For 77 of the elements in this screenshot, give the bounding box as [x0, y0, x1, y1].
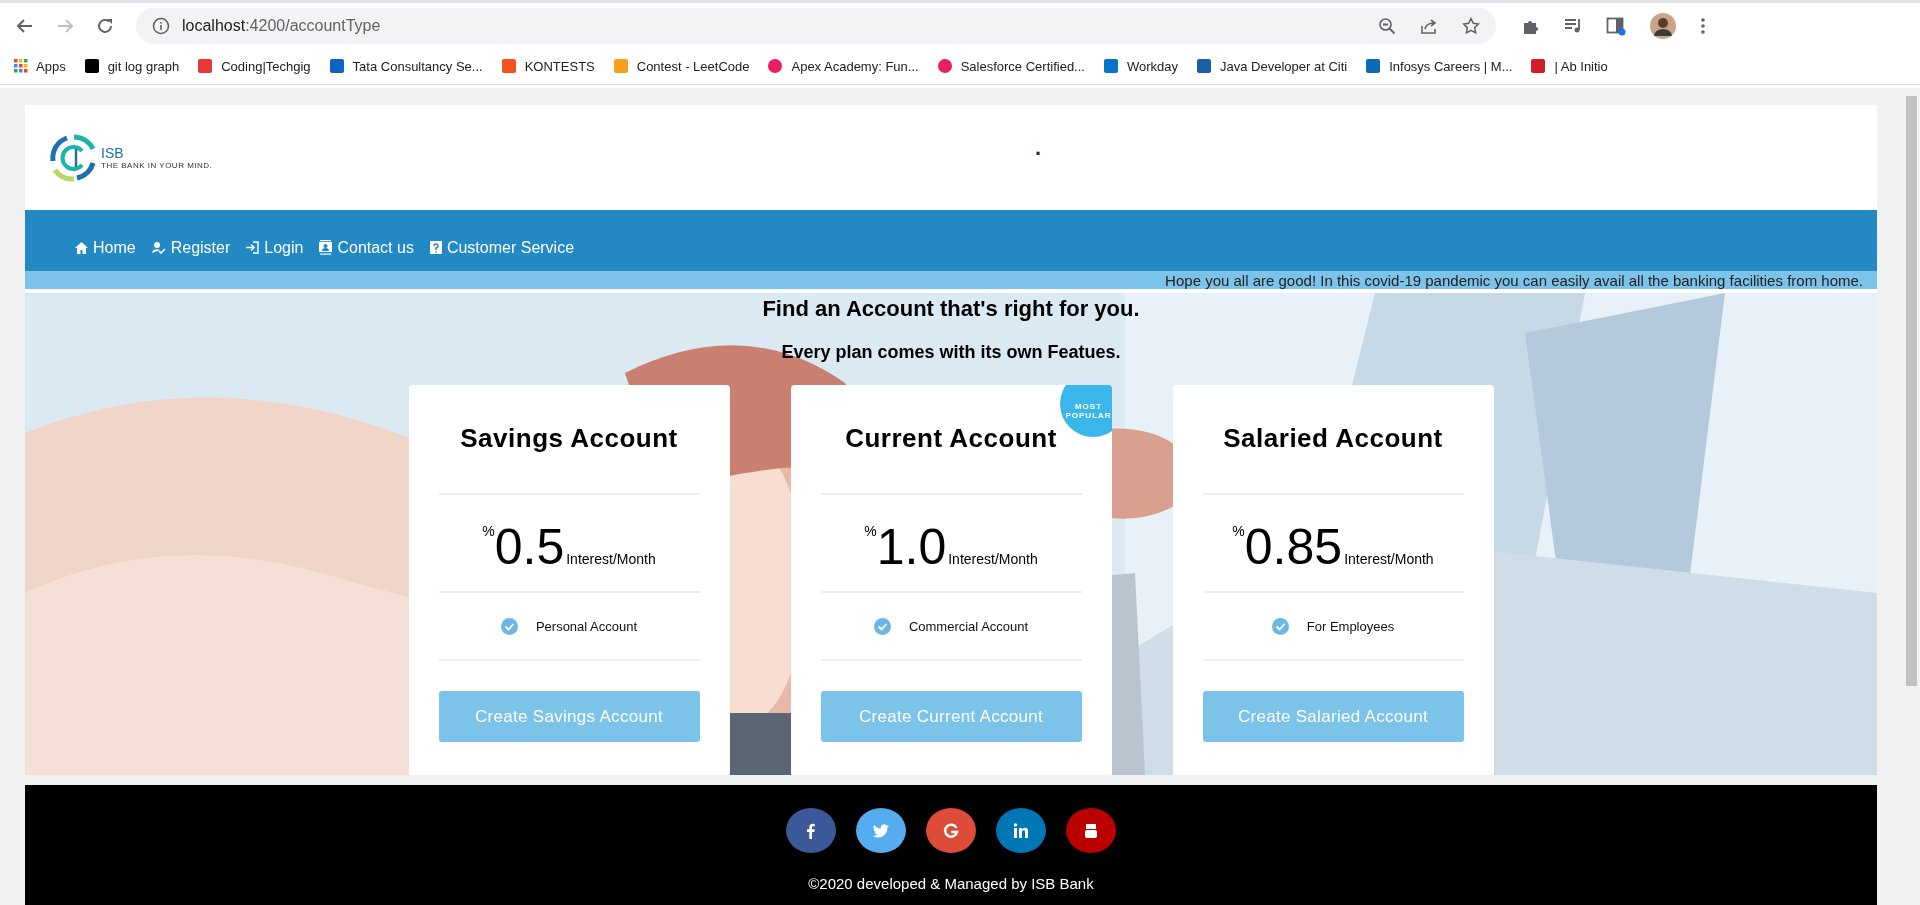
- hero-subtitle: Every plan comes with its own Featues.: [781, 342, 1121, 363]
- percent-sign: %: [1232, 523, 1245, 539]
- percent-sign: %: [482, 523, 495, 539]
- popular-badge: MOST POPULAR: [1059, 385, 1112, 437]
- marquee-text: Hope you all are good! In this covid-19 pandemic you can easily avail all the banking facilities from home.: [1165, 271, 1863, 289]
- site-logo-icon: [500, 58, 517, 74]
- feature-text: Commercial Account: [908, 618, 1029, 634]
- bookmark[interactable]: | Ab Initio: [1530, 58, 1608, 74]
- site-logo-icon: [612, 58, 629, 74]
- twitter-icon[interactable]: [856, 808, 906, 853]
- interest-rate: 0.85: [1244, 518, 1343, 577]
- plan-title: Salaried Account: [1223, 423, 1443, 455]
- site-logo-icon: [1102, 58, 1119, 74]
- bookmark[interactable]: Contest - LeetCode: [612, 58, 750, 74]
- bookmark[interactable]: Infosys Careers | M...: [1365, 58, 1513, 74]
- star-icon[interactable]: [1462, 16, 1480, 35]
- reload-icon: [96, 16, 114, 35]
- site-logo-icon: [767, 58, 784, 74]
- hero-title: Find an Account that's right for you.: [762, 296, 1140, 322]
- forward-arrow-icon: [56, 16, 74, 35]
- share-icon[interactable]: [1420, 16, 1438, 35]
- logo-name: ISB: [101, 145, 125, 161]
- interest-rate: 0.5: [494, 518, 565, 577]
- address-bar[interactable]: localhost:4200/accountType: [136, 7, 1496, 44]
- rate-unit: Interest/Month: [1344, 551, 1434, 567]
- playlist-icon[interactable]: [1564, 16, 1582, 35]
- bookmark[interactable]: Java Developer at Citi: [1196, 58, 1348, 74]
- feature-text: Personal Account: [535, 618, 638, 634]
- rate-unit: Interest/Month: [566, 551, 656, 567]
- nav-link[interactable]: Login: [246, 238, 304, 257]
- nav-link[interactable]: Customer Service: [429, 238, 575, 257]
- bookmark[interactable]: Workday: [1102, 58, 1178, 74]
- check-icon: [1271, 617, 1289, 635]
- google-icon[interactable]: [926, 808, 976, 853]
- bookmark[interactable]: KONTESTS: [500, 58, 595, 74]
- side-panel-icon[interactable]: [1606, 15, 1626, 36]
- linkedin-icon[interactable]: [996, 808, 1046, 853]
- avatar-icon[interactable]: [1650, 12, 1676, 39]
- site-logo-icon: [328, 58, 345, 74]
- bookmark[interactable]: Apps: [14, 58, 66, 74]
- bookmark[interactable]: Apex Academy: Fun...: [767, 58, 919, 74]
- site-logo-icon: [83, 58, 100, 74]
- interest-rate: 1.0: [876, 518, 947, 577]
- nav-link[interactable]: Contact us: [319, 238, 414, 257]
- bookmark[interactable]: git log graph: [83, 58, 180, 74]
- rate-unit: Interest/Month: [948, 551, 1038, 567]
- bookmark[interactable]: Tata Consultancy Se...: [328, 58, 483, 74]
- site-logo-icon: [1365, 58, 1382, 74]
- bookmark[interactable]: Coding|Techgig: [197, 58, 311, 74]
- feature-text: For Employees: [1306, 618, 1395, 634]
- nav-link[interactable]: Home: [75, 238, 136, 257]
- back-arrow-icon: [16, 16, 34, 35]
- user-check-icon: [151, 241, 166, 254]
- site-logo-icon: [197, 58, 214, 74]
- home-icon: [75, 241, 88, 254]
- url-text: localhost:4200/accountType: [182, 16, 381, 35]
- site-logo-icon: [1530, 58, 1547, 74]
- contact-card-icon: [319, 240, 333, 255]
- login-icon: [246, 241, 260, 254]
- plan-title: Savings Account: [460, 423, 678, 455]
- zoom-out-icon[interactable]: [1378, 16, 1396, 35]
- check-icon: [500, 617, 518, 635]
- bookmark[interactable]: Salesforce Certified...: [936, 58, 1085, 74]
- apps-grid-icon: [14, 59, 28, 73]
- help-icon: [429, 241, 442, 254]
- site-logo-icon: [1196, 58, 1212, 74]
- copyright-text: ©2020 developed & Managed by ISB Bank: [808, 875, 1094, 892]
- facebook-icon[interactable]: [786, 808, 836, 853]
- menu-icon[interactable]: [1700, 16, 1706, 35]
- check-icon: [873, 617, 891, 635]
- plan-title: Current Account: [845, 423, 1057, 455]
- site-logo-icon: [936, 58, 953, 74]
- logo-tagline: THE BANK IN YOUR MIND.: [101, 161, 213, 170]
- header-dot: .: [1035, 135, 1042, 161]
- nav-link[interactable]: Register: [151, 238, 231, 257]
- info-icon: [152, 16, 170, 35]
- percent-sign: %: [864, 523, 877, 539]
